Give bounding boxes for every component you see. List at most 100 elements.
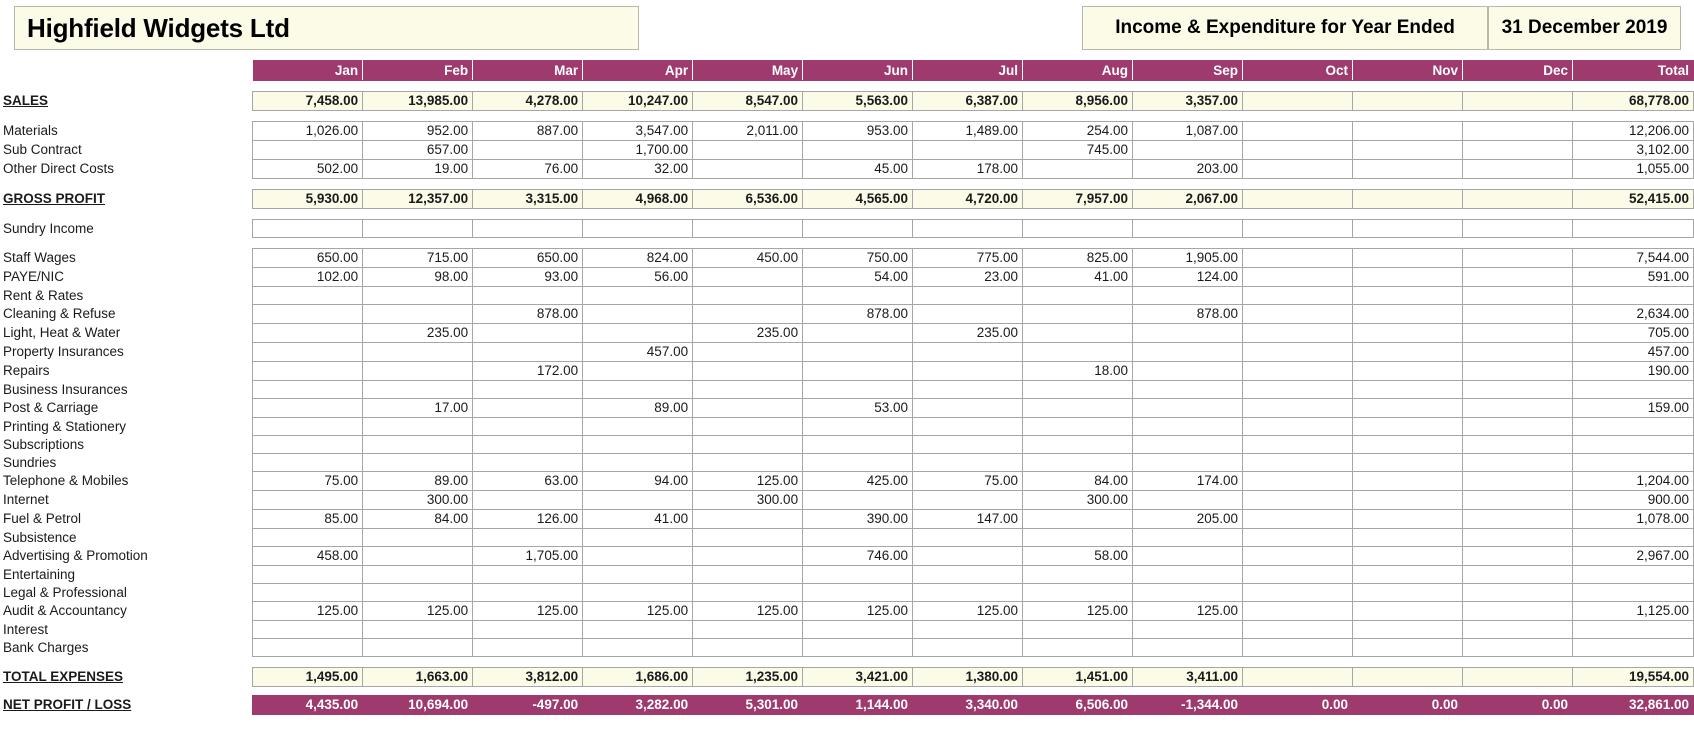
- cell-light-heat-water-dec[interactable]: [1461, 323, 1573, 343]
- cell-sub-contract-oct[interactable]: [1242, 140, 1353, 160]
- cell-sub-contract-feb[interactable]: 657.00: [362, 140, 474, 160]
- cell-legal-professional-apr[interactable]: [582, 583, 694, 602]
- cell-light-heat-water-total[interactable]: 705.00: [1571, 323, 1694, 343]
- cell-materials-nov[interactable]: [1352, 121, 1463, 141]
- cell-sales-sep[interactable]: 3,357.00: [1132, 91, 1244, 111]
- cell-audit-accountancy-dec[interactable]: [1461, 601, 1573, 621]
- cell-telephone-mobiles-jun[interactable]: 425.00: [802, 471, 914, 491]
- cell-property-insurances-apr[interactable]: 457.00: [582, 342, 694, 362]
- cell-post-carriage-may[interactable]: [692, 398, 804, 418]
- cell-advertising-promotion-total[interactable]: 2,967.00: [1571, 546, 1694, 566]
- cell-repairs-jan[interactable]: [252, 361, 364, 381]
- cell-advertising-promotion-feb[interactable]: [362, 546, 474, 566]
- cell-rent-rates-oct[interactable]: [1242, 286, 1353, 305]
- cell-entertaining-mar[interactable]: [472, 565, 584, 584]
- cell-sub-contract-jun[interactable]: [802, 140, 914, 160]
- row-label-fuel-petrol[interactable]: Fuel & Petrol: [0, 510, 253, 529]
- cell-advertising-promotion-jul[interactable]: [912, 546, 1024, 566]
- cell-light-heat-water-aug[interactable]: [1022, 323, 1134, 343]
- cell-legal-professional-jul[interactable]: [912, 583, 1024, 602]
- cell-business-insurances-jan[interactable]: [252, 380, 364, 399]
- cell-sub-contract-jul[interactable]: [912, 140, 1024, 160]
- cell-interest-feb[interactable]: [362, 620, 474, 639]
- cell-paye-nic-total[interactable]: 591.00: [1571, 267, 1694, 287]
- cell-gross-profit-apr[interactable]: 4,968.00: [582, 189, 694, 209]
- cell-light-heat-water-jun[interactable]: [802, 323, 914, 343]
- cell-post-carriage-jan[interactable]: [252, 398, 364, 418]
- row-label-property-insurances[interactable]: Property Insurances: [0, 343, 253, 362]
- cell-cleaning-refuse-jul[interactable]: [912, 304, 1024, 324]
- column-header-dec[interactable]: Dec: [1462, 60, 1573, 81]
- column-header-total[interactable]: Total: [1572, 60, 1694, 81]
- cell-internet-mar[interactable]: [472, 490, 584, 510]
- cell-sales-jul[interactable]: 6,387.00: [912, 91, 1024, 111]
- cell-cleaning-refuse-sep[interactable]: 878.00: [1132, 304, 1244, 324]
- cell-entertaining-total[interactable]: [1571, 565, 1694, 584]
- cell-interest-jun[interactable]: [802, 620, 914, 639]
- cell-legal-professional-sep[interactable]: [1132, 583, 1244, 602]
- cell-rent-rates-apr[interactable]: [582, 286, 694, 305]
- cell-property-insurances-feb[interactable]: [362, 342, 474, 362]
- cell-materials-feb[interactable]: 952.00: [362, 121, 474, 141]
- cell-total-expenses-may[interactable]: 1,235.00: [692, 667, 804, 687]
- cell-sundries-sep[interactable]: [1132, 453, 1244, 472]
- cell-printing-stationery-mar[interactable]: [472, 417, 584, 436]
- cell-property-insurances-nov[interactable]: [1352, 342, 1463, 362]
- cell-sundries-jan[interactable]: [252, 453, 364, 472]
- column-header-apr[interactable]: Apr: [582, 60, 694, 81]
- cell-sub-contract-dec[interactable]: [1461, 140, 1573, 160]
- cell-other-direct-costs-jan[interactable]: 502.00: [252, 159, 364, 179]
- cell-telephone-mobiles-total[interactable]: 1,204.00: [1571, 471, 1694, 491]
- cell-entertaining-apr[interactable]: [582, 565, 694, 584]
- cell-net-profit-loss-nov[interactable]: 0.00: [1352, 695, 1463, 715]
- cell-telephone-mobiles-oct[interactable]: [1242, 471, 1353, 491]
- cell-paye-nic-sep[interactable]: 124.00: [1132, 267, 1244, 287]
- cell-subscriptions-jun[interactable]: [802, 435, 914, 454]
- cell-business-insurances-dec[interactable]: [1461, 380, 1573, 399]
- cell-sundry-income-nov[interactable]: [1352, 219, 1463, 238]
- cell-internet-jun[interactable]: [802, 490, 914, 510]
- cell-paye-nic-nov[interactable]: [1352, 267, 1463, 287]
- cell-interest-nov[interactable]: [1352, 620, 1463, 639]
- cell-cleaning-refuse-feb[interactable]: [362, 304, 474, 324]
- cell-printing-stationery-aug[interactable]: [1022, 417, 1134, 436]
- cell-materials-jan[interactable]: 1,026.00: [252, 121, 364, 141]
- cell-sundry-income-oct[interactable]: [1242, 219, 1353, 238]
- row-label-rent-rates[interactable]: Rent & Rates: [0, 287, 253, 305]
- cell-internet-sep[interactable]: [1132, 490, 1244, 510]
- cell-light-heat-water-feb[interactable]: 235.00: [362, 323, 474, 343]
- cell-sundries-aug[interactable]: [1022, 453, 1134, 472]
- cell-fuel-petrol-jan[interactable]: 85.00: [252, 509, 364, 529]
- cell-sales-jun[interactable]: 5,563.00: [802, 91, 914, 111]
- row-label-printing-stationery[interactable]: Printing & Stationery: [0, 418, 253, 436]
- cell-fuel-petrol-aug[interactable]: [1022, 509, 1134, 529]
- row-label-sundries[interactable]: Sundries: [0, 454, 253, 472]
- cell-sub-contract-jan[interactable]: [252, 140, 364, 160]
- cell-sub-contract-total[interactable]: 3,102.00: [1571, 140, 1694, 160]
- cell-total-expenses-nov[interactable]: [1352, 667, 1463, 687]
- cell-advertising-promotion-jun[interactable]: 746.00: [802, 546, 914, 566]
- column-header-nov[interactable]: Nov: [1352, 60, 1463, 81]
- cell-sales-nov[interactable]: [1352, 91, 1463, 111]
- cell-total-expenses-aug[interactable]: 1,451.00: [1022, 667, 1134, 687]
- cell-paye-nic-jul[interactable]: 23.00: [912, 267, 1024, 287]
- cell-cleaning-refuse-total[interactable]: 2,634.00: [1571, 304, 1694, 324]
- cell-cleaning-refuse-oct[interactable]: [1242, 304, 1353, 324]
- cell-sub-contract-may[interactable]: [692, 140, 804, 160]
- cell-sundry-income-total[interactable]: [1571, 219, 1694, 238]
- cell-total-expenses-sep[interactable]: 3,411.00: [1132, 667, 1244, 687]
- cell-printing-stationery-feb[interactable]: [362, 417, 474, 436]
- cell-sundry-income-mar[interactable]: [472, 219, 584, 238]
- cell-paye-nic-feb[interactable]: 98.00: [362, 267, 474, 287]
- cell-business-insurances-total[interactable]: [1571, 380, 1694, 399]
- cell-subscriptions-apr[interactable]: [582, 435, 694, 454]
- cell-advertising-promotion-aug[interactable]: 58.00: [1022, 546, 1134, 566]
- cell-gross-profit-nov[interactable]: [1352, 189, 1463, 209]
- cell-gross-profit-total[interactable]: 52,415.00: [1571, 189, 1694, 209]
- cell-staff-wages-dec[interactable]: [1461, 248, 1573, 268]
- row-label-entertaining[interactable]: Entertaining: [0, 566, 253, 584]
- cell-post-carriage-oct[interactable]: [1242, 398, 1353, 418]
- cell-bank-charges-apr[interactable]: [582, 638, 694, 657]
- cell-materials-aug[interactable]: 254.00: [1022, 121, 1134, 141]
- cell-subsistence-oct[interactable]: [1242, 528, 1353, 547]
